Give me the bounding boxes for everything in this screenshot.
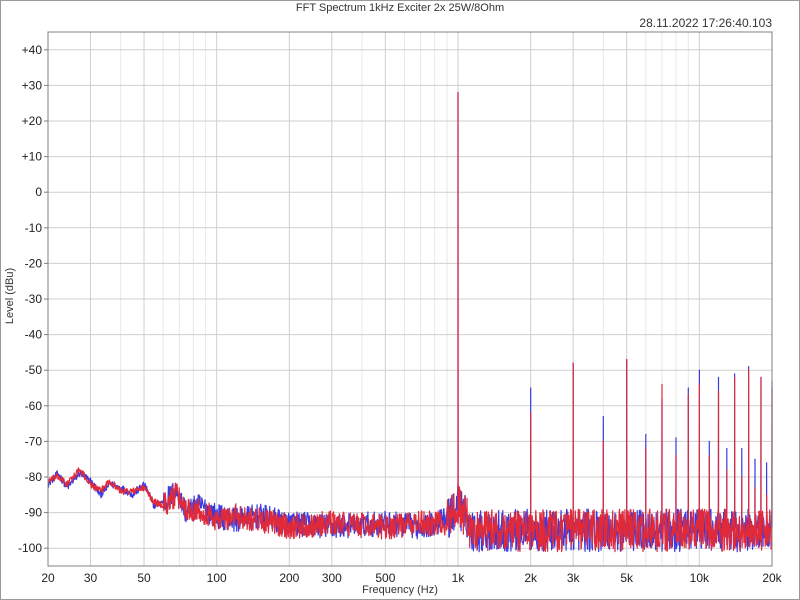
- y-tick-label: -30: [25, 292, 43, 306]
- y-tick-label: -40: [25, 328, 43, 342]
- x-tick-label: 2k: [524, 571, 538, 585]
- y-tick-label: -60: [25, 399, 43, 413]
- y-tick-label: 0: [35, 185, 42, 199]
- x-tick-label: 100: [207, 571, 227, 585]
- y-tick-label: +20: [22, 114, 43, 128]
- x-tick-label: 5k: [620, 571, 634, 585]
- x-tick-label: 1k: [452, 571, 466, 585]
- x-tick-label: 10k: [690, 571, 710, 585]
- y-tick-label: -50: [25, 363, 43, 377]
- y-tick-label: -70: [25, 434, 43, 448]
- y-tick-label: +40: [22, 43, 43, 57]
- y-tick-label: +10: [22, 150, 43, 164]
- x-tick-label: 20: [41, 571, 55, 585]
- x-tick-label: 200: [279, 571, 299, 585]
- fft-plot: 20 30 50 100 200 300 500 1k 2k 3k 5k 10k 20k +40 +30 +2…: [18, 31, 783, 585]
- x-tick-label: 50: [137, 571, 151, 585]
- y-tick-label: -90: [25, 506, 43, 520]
- x-tick-label: 3k: [567, 571, 581, 585]
- x-tick-label: 300: [322, 571, 342, 585]
- y-tick-label: +30: [22, 78, 43, 92]
- x-tick-label: 20k: [762, 571, 782, 585]
- y-tick-label: -80: [25, 470, 43, 484]
- y-tick-label: -10: [25, 221, 43, 235]
- y-tick-label: -100: [18, 541, 42, 555]
- y-tick-label: -20: [25, 256, 43, 270]
- x-tick-label: 500: [375, 571, 395, 585]
- x-tick-label: 30: [84, 571, 98, 585]
